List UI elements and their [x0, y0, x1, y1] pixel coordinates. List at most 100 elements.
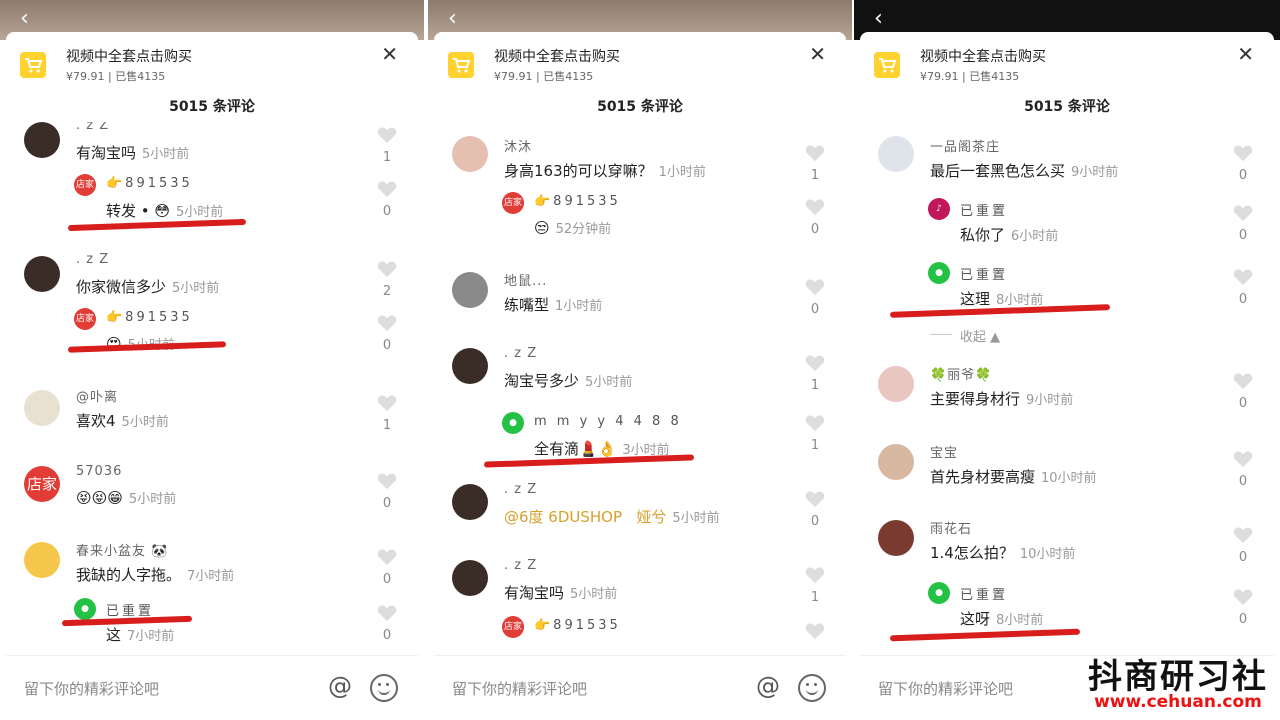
comment-text[interactable]: 我缺的人字拖。 7小时前 [76, 564, 234, 585]
comment-text[interactable]: 有淘宝吗 5小时前 [76, 142, 189, 163]
back-icon[interactable]: ‹ [20, 8, 29, 30]
at-mention-icon[interactable]: @ [328, 672, 352, 700]
comment-author[interactable]: 雨花石 [930, 518, 972, 537]
shop-avatar[interactable]: 店家 [24, 466, 60, 502]
like-button[interactable]: 0 [1232, 526, 1254, 565]
close-icon[interactable]: ✕ [809, 42, 826, 66]
comment-text[interactable]: 1.4怎么拍？ 10小时前 [930, 542, 1075, 563]
comment-author[interactable]: . z Z [504, 558, 537, 573]
like-button[interactable]: 2 [376, 260, 398, 299]
comment-input-bar[interactable]: 留下你的精彩评论吧 @ [6, 655, 418, 720]
like-button[interactable]: 0 [376, 314, 398, 353]
reply-author[interactable]: 👉891535 [106, 176, 193, 191]
avatar[interactable] [452, 560, 488, 596]
reply-author[interactable]: 已重置 [960, 264, 1008, 283]
like-button[interactable]: 0 [376, 548, 398, 587]
like-button[interactable]: 1 [804, 566, 826, 605]
comment-author[interactable]: 春来小盆友 🐼 [76, 540, 168, 559]
reply-author[interactable]: m m y y 4 4 8 8 [534, 414, 682, 429]
comment-text[interactable]: 练嘴型 1小时前 [504, 294, 602, 315]
like-button[interactable]: 1 [804, 144, 826, 183]
avatar[interactable] [878, 520, 914, 556]
like-button[interactable]: 1 [376, 394, 398, 433]
like-button[interactable]: 1 [804, 414, 826, 453]
comment-text[interactable]: 最后一套黑色怎么买 9小时前 [930, 160, 1118, 181]
comment-text[interactable]: 你家微信多少 5小时前 [76, 276, 219, 297]
comment-author[interactable]: 一品阁茶庄 [930, 136, 1000, 155]
reply-author[interactable]: 已重置 [106, 600, 154, 619]
comment-list[interactable]: 一品阁茶庄 最后一套黑色怎么买 9小时前 0 ♪ 已重置 私你了 6小时前 0 ● … [860, 122, 1274, 656]
close-icon[interactable]: ✕ [1237, 42, 1254, 66]
comment-list[interactable]: 沐沐 身高163的可以穿嘛？ 1小时前 1 店家 👉891535 😒 52分钟前 0… [434, 122, 846, 656]
like-button[interactable]: 0 [1232, 588, 1254, 627]
avatar[interactable] [24, 256, 60, 292]
close-icon[interactable]: ✕ [381, 42, 398, 66]
like-button[interactable]: 0 [376, 472, 398, 511]
emoji-icon[interactable] [798, 674, 826, 702]
avatar[interactable] [452, 272, 488, 308]
reply-text[interactable]: 这呀 8小时前 [960, 608, 1043, 629]
like-button[interactable]: 0 [1232, 144, 1254, 183]
like-button[interactable]: 0 [1232, 204, 1254, 243]
like-button[interactable]: 0 [1232, 450, 1254, 489]
comment-input-bar[interactable]: 留下你的精彩评论吧 @ [434, 655, 846, 720]
emoji-avatar[interactable] [24, 542, 60, 578]
comment-input[interactable]: 留下你的精彩评论吧 [452, 678, 587, 699]
mention-tag[interactable]: 娅兮 [636, 508, 666, 526]
comment-text[interactable]: 首先身材要高瘦 10小时前 [930, 466, 1097, 487]
comment-input[interactable]: 留下你的精彩评论吧 [878, 678, 1013, 699]
like-button[interactable] [804, 622, 826, 640]
product-card[interactable]: 视频中全套点击购买 ¥79.91 | 已售4135 ✕ [434, 32, 846, 90]
avatar[interactable] [878, 366, 914, 402]
comment-input[interactable]: 留下你的精彩评论吧 [24, 678, 159, 699]
back-icon[interactable]: ‹ [448, 8, 457, 30]
comment-text[interactable]: 有淘宝吗 5小时前 [504, 582, 617, 603]
comment-author[interactable]: . z Z [504, 482, 537, 497]
reply-author[interactable]: 已重置 [960, 584, 1008, 603]
product-card[interactable]: 视频中全套点击购买 ¥79.91 | 已售4135 ✕ [860, 32, 1274, 90]
avatar[interactable] [24, 390, 60, 426]
reply-text[interactable]: 转发 • 😳 5小时前 [106, 200, 223, 221]
reply-author[interactable]: 已重置 [960, 200, 1008, 219]
avatar[interactable] [452, 484, 488, 520]
at-mention-icon[interactable]: @ [756, 672, 780, 700]
like-button[interactable]: 0 [1232, 268, 1254, 307]
comment-author[interactable]: 🍀丽爷🍀 [930, 364, 992, 383]
back-icon[interactable]: ‹ [874, 8, 883, 30]
comment-author[interactable]: . z Z [76, 252, 109, 267]
reply-text[interactable]: 这理 8小时前 [960, 288, 1043, 309]
product-card[interactable]: 视频中全套点击购买 ¥79.91 | 已售4135 ✕ [6, 32, 418, 90]
like-button[interactable]: 0 [804, 490, 826, 529]
comment-list[interactable]: . z Z 有淘宝吗 5小时前 1 店家 👉891535 转发 • 😳 5小时前 0… [6, 122, 418, 656]
emoji-icon[interactable] [370, 674, 398, 702]
avatar[interactable] [878, 444, 914, 480]
reply-author[interactable]: 👉891535 [534, 194, 621, 209]
comment-text[interactable]: @6度 6DUSHOP 娅兮 5小时前 [504, 506, 720, 527]
comment-author[interactable]: 沐沐 [504, 136, 532, 155]
comment-text[interactable]: 😝😝😁 5小时前 [76, 488, 176, 507]
comment-author[interactable]: 57036 [76, 464, 122, 479]
comment-text[interactable]: 喜欢4 5小时前 [76, 410, 169, 431]
avatar[interactable] [24, 122, 60, 158]
like-button[interactable]: 1 [804, 354, 826, 393]
reply-author[interactable]: 👉891535 [106, 310, 193, 325]
comment-author[interactable]: . z Z [76, 122, 109, 133]
reply-text[interactable]: 😒 52分钟前 [534, 218, 611, 237]
like-button[interactable]: 0 [376, 604, 398, 643]
reply-author[interactable]: 👉891535 [534, 618, 621, 633]
like-button[interactable]: 0 [376, 180, 398, 219]
comment-author[interactable]: 宝宝 [930, 442, 958, 461]
avatar[interactable] [878, 136, 914, 172]
comment-text[interactable]: 身高163的可以穿嘛？ 1小时前 [504, 160, 706, 181]
comment-text[interactable]: 主要得身材行 9小时前 [930, 388, 1073, 409]
like-button[interactable]: 0 [804, 278, 826, 317]
comment-author[interactable]: 地鼠... [504, 270, 547, 289]
avatar[interactable] [452, 348, 488, 384]
mention-tag[interactable]: @6度 6DUSHOP [504, 508, 622, 526]
comment-text[interactable]: 淘宝号多少 5小时前 [504, 370, 632, 391]
comment-author[interactable]: @卟离 [76, 386, 118, 405]
reply-text[interactable]: 私你了 6小时前 [960, 224, 1058, 245]
reply-text[interactable]: 这 7小时前 [106, 624, 174, 645]
like-button[interactable]: 0 [1232, 372, 1254, 411]
like-button[interactable]: 1 [376, 126, 398, 165]
